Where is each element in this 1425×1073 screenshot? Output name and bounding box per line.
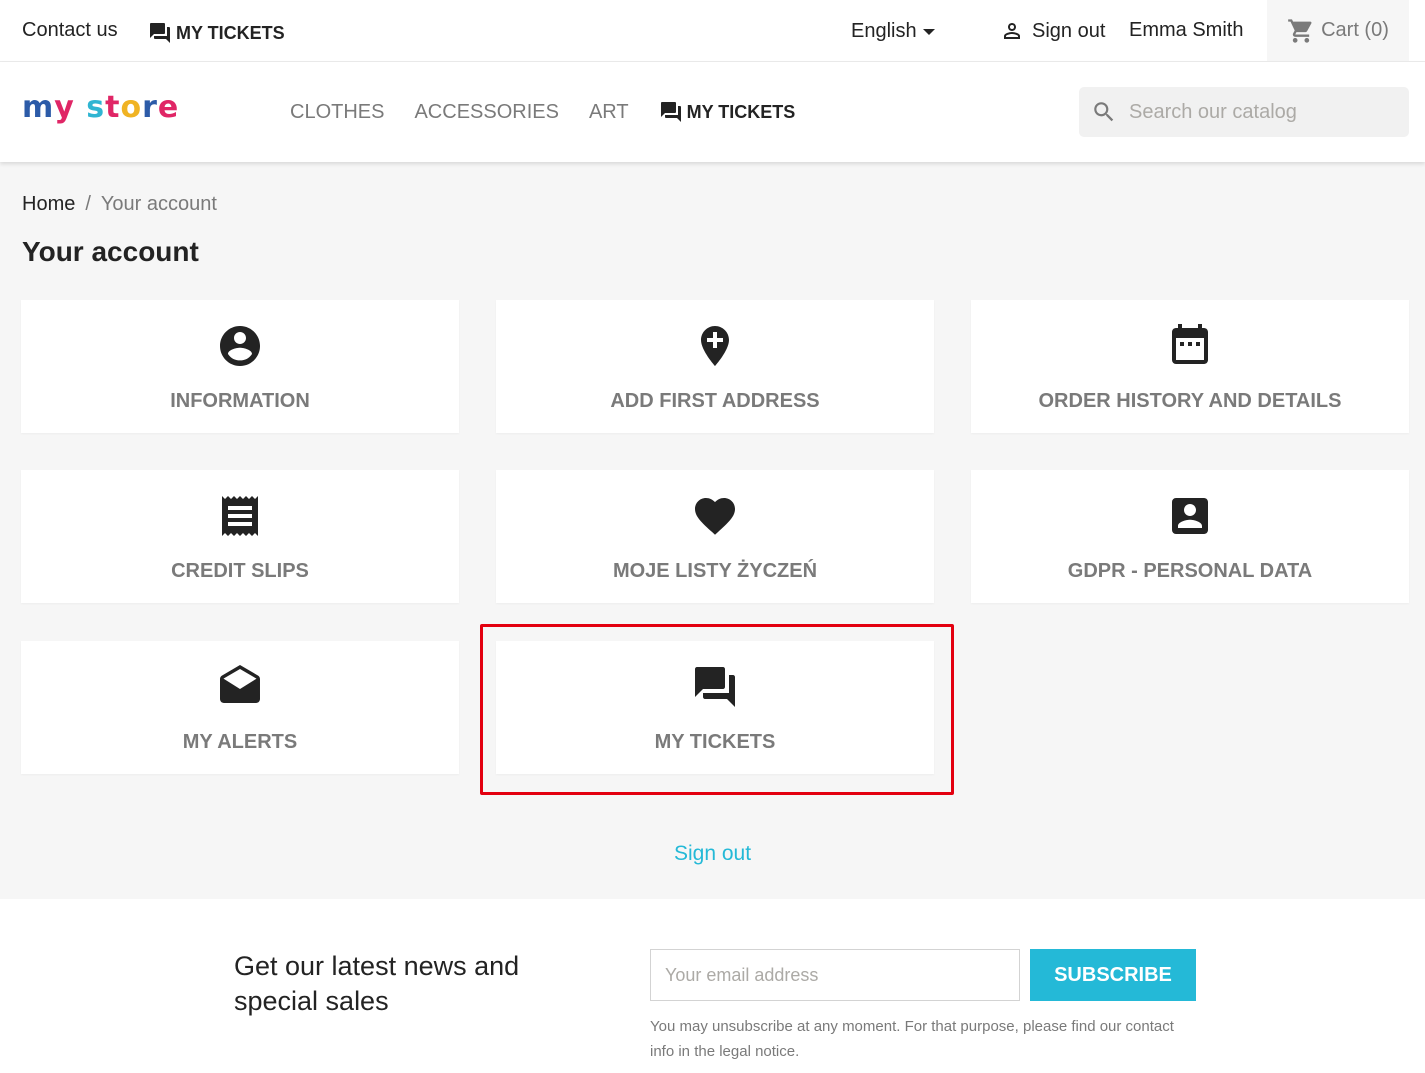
user-name-link[interactable]: Emma Smith (1129, 19, 1243, 42)
forum-icon (150, 23, 170, 43)
sign-out-top-link[interactable]: Sign out (1000, 19, 1105, 43)
calendar-icon (1172, 324, 1208, 364)
search-box (1079, 87, 1409, 137)
account-card-information[interactable]: INFORMATION (21, 300, 459, 433)
add-location-icon (701, 326, 729, 366)
nav-item-clothes[interactable]: CLOTHES (290, 101, 384, 124)
account-card-label: MY ALERTS (182, 731, 298, 753)
cart-label: Cart (0) (1321, 19, 1389, 41)
top-bar: Contact us MY TICKETS English Sign out E… (0, 0, 1425, 62)
account-box-icon (1172, 498, 1208, 534)
email-field[interactable] (650, 949, 1020, 1001)
forum-icon (660, 102, 681, 122)
account-card-gdpr[interactable]: GDPR - PERSONAL DATA (971, 470, 1409, 603)
page-title: Your account (22, 236, 199, 267)
account-card-add-address[interactable]: ADD FIRST ADDRESS (496, 300, 934, 433)
heart-icon (695, 498, 735, 535)
account-card-label: GDPR - PERSONAL DATA (1067, 560, 1313, 582)
my-tickets-top-label: MY TICKETS (176, 22, 285, 43)
receipt-icon (222, 496, 258, 536)
contact-us-link[interactable]: Contact us (22, 19, 118, 42)
chevron-down-icon (922, 28, 935, 35)
search-icon[interactable] (1091, 99, 1117, 125)
language-selector[interactable]: English (851, 20, 935, 43)
store-logo[interactable]: my store (22, 90, 179, 125)
newsletter-footer: Get our latest news and special sales SU… (0, 899, 1425, 1073)
breadcrumb-separator: / (85, 193, 91, 215)
cart-icon (1288, 18, 1312, 43)
search-input[interactable] (1129, 100, 1389, 124)
breadcrumb-home[interactable]: Home (22, 193, 75, 216)
account-card-my-alerts[interactable]: MY ALERTS (21, 641, 459, 774)
account-card-label: MOJE LISTY ŻYCZEŃ (612, 560, 818, 582)
breadcrumb-current: Your account (100, 193, 217, 215)
account-card-label: INFORMATION (170, 390, 310, 412)
person-icon (1004, 23, 1020, 39)
my-tickets-top-link[interactable]: MY TICKETS (148, 21, 285, 45)
nav-item-my-tickets-label: MY TICKETS (686, 101, 796, 122)
highlight-box (480, 624, 954, 795)
account-card-label: ADD FIRST ADDRESS (610, 390, 820, 412)
language-label: English (851, 20, 917, 42)
nav-item-my-tickets[interactable]: MY TICKETS (659, 100, 796, 124)
account-card-credit-slips[interactable]: CREDIT SLIPS (21, 470, 459, 603)
subscribe-button[interactable]: SUBSCRIBE (1030, 949, 1196, 1001)
account-card-order-history[interactable]: ORDER HISTORY AND DETAILS (971, 300, 1409, 433)
account-card-label: CREDIT SLIPS (171, 560, 309, 582)
sign-out-link[interactable]: Sign out (0, 842, 1425, 866)
newsletter-title: Get our latest news and special sales (234, 951, 520, 1016)
nav-item-accessories[interactable]: ACCESSORIES (414, 101, 558, 124)
main-nav: CLOTHES ACCESSORIES ART MY TICKETS (290, 100, 825, 124)
drafts-icon (220, 665, 260, 703)
cart-button[interactable]: Cart (0) (1267, 0, 1409, 61)
account-card-wishlists[interactable]: MOJE LISTY ŻYCZEŃ (496, 470, 934, 603)
sign-out-top-label: Sign out (1032, 19, 1106, 42)
account-circle-icon (220, 326, 260, 366)
main-header: my store CLOTHES ACCESSORIES ART MY TICK… (0, 62, 1425, 162)
account-card-label: ORDER HISTORY AND DETAILS (1038, 390, 1342, 412)
breadcrumb: Home / Your account (22, 193, 217, 216)
newsletter-disclaimer: You may unsubscribe at any moment. For t… (650, 1018, 1174, 1060)
nav-item-art[interactable]: ART (589, 101, 629, 124)
